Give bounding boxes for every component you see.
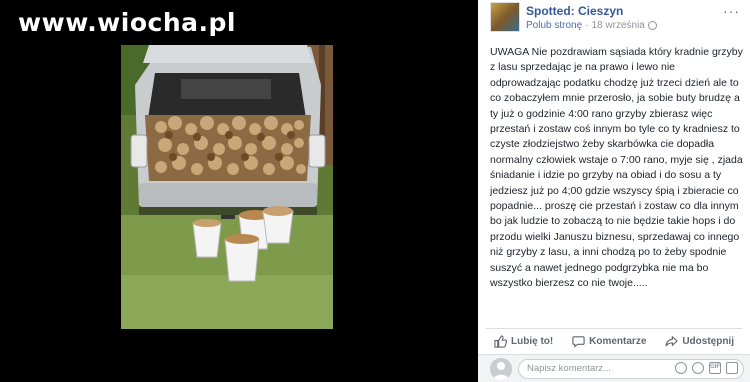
comment-tools: GIF: [675, 362, 738, 374]
post-text: UWAGA Nie pozdrawiam sąsiada który kradn…: [490, 46, 743, 290]
camera-icon[interactable]: [692, 362, 704, 374]
share-button[interactable]: Udostępnij: [665, 335, 734, 348]
user-avatar: [490, 358, 512, 380]
meta-separator: ·: [585, 20, 589, 31]
emoji-icon[interactable]: [675, 362, 687, 374]
default-user-icon: [490, 358, 512, 380]
share-label: Udostępnij: [682, 336, 734, 347]
like-page-link[interactable]: Polub stronę: [526, 20, 582, 31]
gif-icon[interactable]: GIF: [709, 362, 721, 374]
like-button[interactable]: Lubię to!: [494, 335, 553, 348]
facebook-post-panel: Spotted: Cieszyn Polub stronę · 18 wrześ…: [478, 0, 750, 382]
thumbs-up-icon: [494, 335, 507, 348]
more-options-icon[interactable]: ···: [723, 4, 740, 18]
post-meta: Polub stronę · 18 września: [526, 20, 657, 31]
comment-bubble-icon: [572, 336, 585, 348]
comment-label: Komentarze: [589, 336, 647, 347]
share-arrow-icon: [665, 335, 679, 347]
post-header: Spotted: Cieszyn Polub stronę · 18 wrześ…: [490, 2, 744, 32]
post-photo[interactable]: [121, 45, 333, 329]
sticker-icon[interactable]: [726, 362, 738, 374]
car-trunk-mushrooms-image: [121, 45, 333, 329]
like-label: Lubię to!: [511, 336, 554, 347]
post-date[interactable]: 18 września: [592, 20, 645, 31]
page-avatar[interactable]: [490, 2, 520, 32]
post-action-bar: Lubię to! Komentarze Udostępnij: [486, 328, 742, 354]
page-name-link[interactable]: Spotted: Cieszyn: [526, 4, 623, 18]
globe-icon: [647, 21, 657, 30]
comment-composer: Napisz komentarz... GIF: [478, 354, 750, 382]
comment-button[interactable]: Komentarze: [572, 335, 646, 348]
watermark-logo: www.wiocha.pl: [18, 8, 236, 37]
